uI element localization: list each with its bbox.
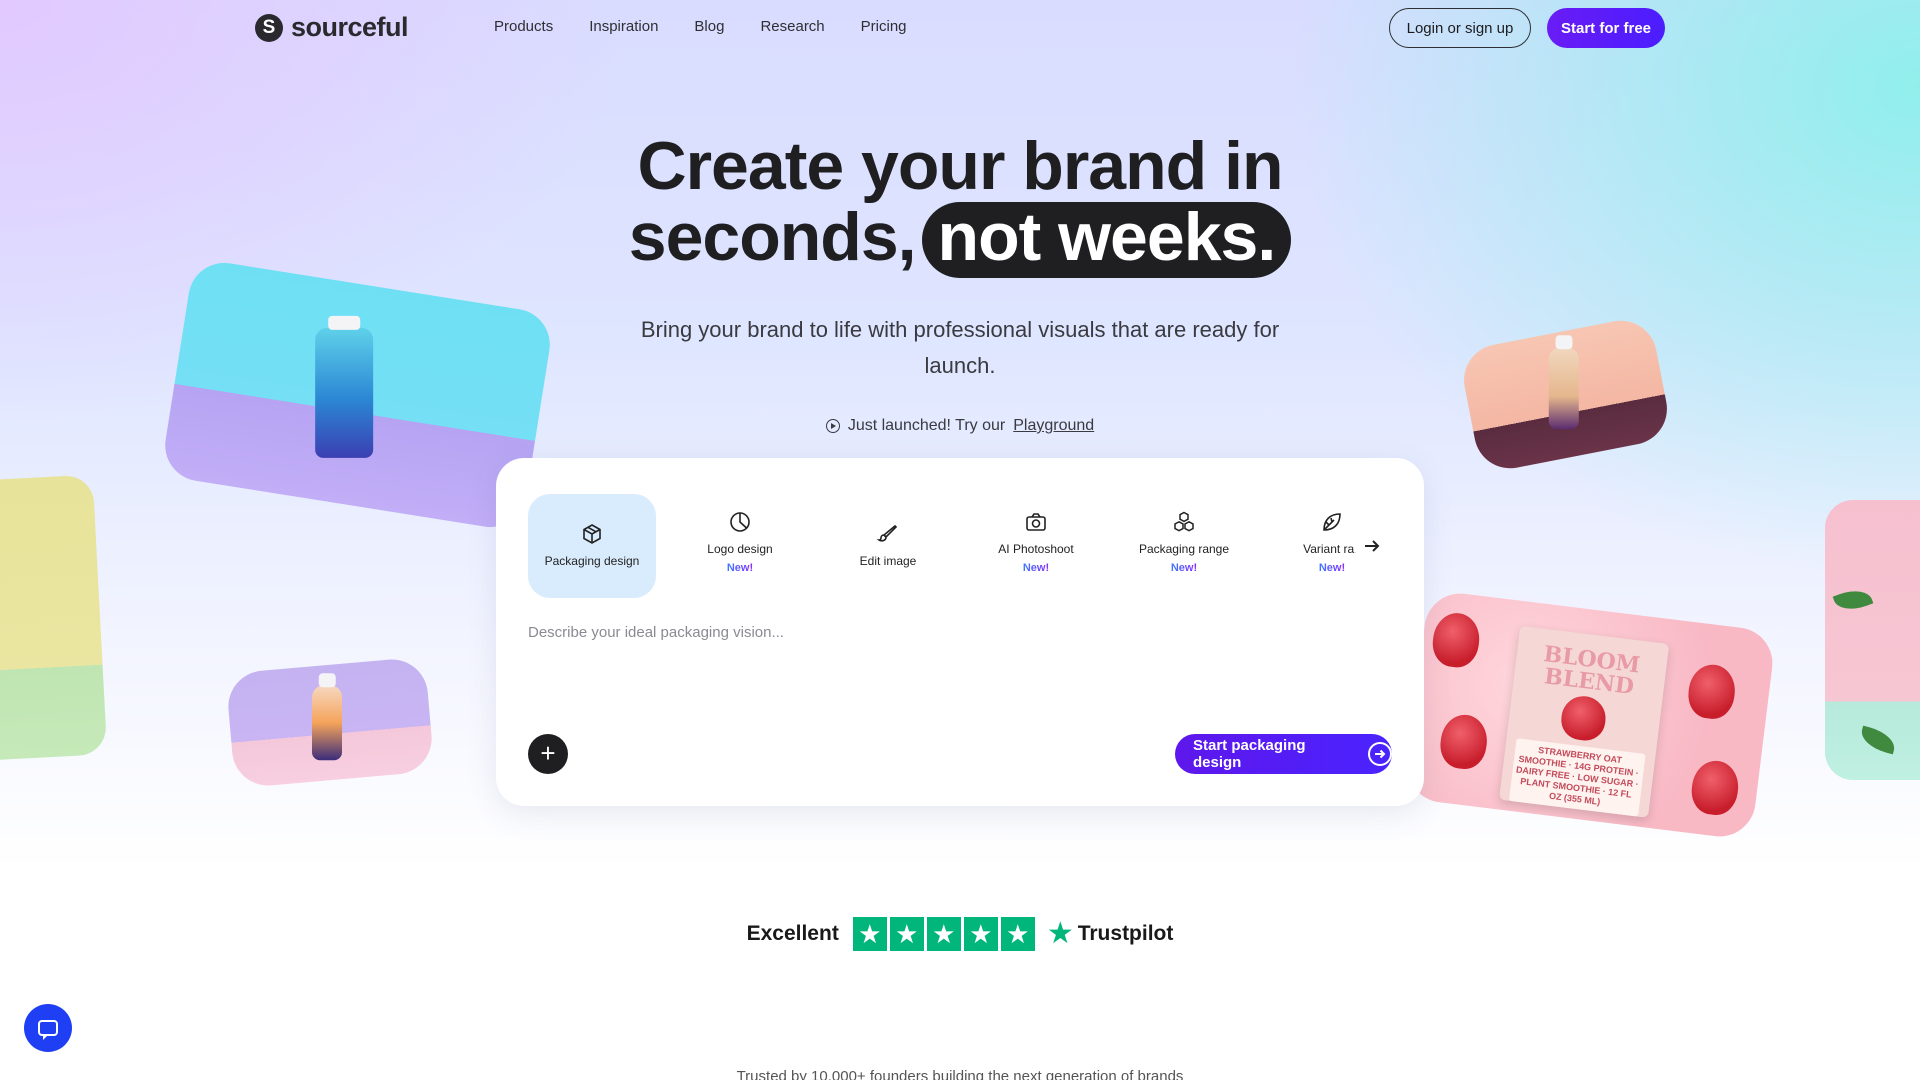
- product-card-bloom-blend: BLOOM BLEND STRAWBERRY OAT SMOOTHIE · 14…: [1403, 589, 1777, 841]
- bottle-image: [315, 315, 374, 458]
- top-nav: S sourceful Products Inspiration Blog Re…: [0, 0, 1920, 56]
- trustpilot-star-icon: ★: [1046, 917, 1074, 950]
- new-badge: New!: [1170, 562, 1198, 574]
- nav-link-pricing[interactable]: Pricing: [861, 18, 907, 35]
- create-panel: Packaging design Logo design New! Edit i…: [496, 458, 1424, 806]
- tab-ai-photoshoot[interactable]: AI Photoshoot New!: [972, 494, 1100, 598]
- tab-label: AI Photoshoot: [998, 542, 1074, 556]
- strawberry-image: [1688, 758, 1742, 818]
- product-card-mint: [1825, 500, 1920, 780]
- rating-word: Excellent: [746, 922, 839, 945]
- strawberry-image: [1430, 610, 1483, 670]
- tab-label: Packaging range: [1138, 542, 1230, 556]
- product-card-yellow: [0, 474, 108, 762]
- tab-packaging-design[interactable]: Packaging design: [528, 494, 656, 598]
- camera-icon: [1024, 510, 1048, 534]
- mint-leaf-image: [1832, 584, 1874, 616]
- tab-label: Variant ran: [1303, 542, 1361, 556]
- headline-line2: seconds, not weeks.: [0, 202, 1920, 278]
- headline-line1: Create your brand in: [637, 128, 1283, 204]
- bloom-blend-title: BLOOM BLEND: [1542, 641, 1642, 701]
- tab-label: Edit image: [859, 554, 917, 568]
- strawberry-image: [1685, 662, 1738, 722]
- start-packaging-design-button[interactable]: Start packaging design: [1175, 734, 1392, 774]
- bloom-blend-package: BLOOM BLEND STRAWBERRY OAT SMOOTHIE · 14…: [1499, 625, 1670, 818]
- trustpilot-brand: Trustpilot: [1077, 922, 1174, 945]
- mint-leaf-image: [1858, 725, 1898, 755]
- headline-line2-text: seconds,: [628, 199, 917, 275]
- product-card-moonpop: [225, 656, 435, 789]
- trustpilot-widget[interactable]: Excellent ★ ★ ★ ★ ★ ★ Trustpilot: [0, 917, 1920, 951]
- tab-label: Packaging design: [544, 554, 640, 568]
- play-icon: [825, 419, 840, 433]
- login-button[interactable]: Login or sign up: [1389, 8, 1531, 48]
- pie-icon: [728, 510, 752, 534]
- prompt-input[interactable]: [528, 624, 1388, 714]
- tabs-next-arrow-icon[interactable]: [1354, 528, 1390, 564]
- bloom-blend-subtitle: STRAWBERRY OAT SMOOTHIE · 14G PROTEIN · …: [1508, 738, 1646, 817]
- headline-highlight: not weeks.: [921, 202, 1292, 278]
- star-icon: ★: [852, 917, 887, 951]
- chat-button[interactable]: [24, 1004, 72, 1052]
- bottle-image: [312, 673, 343, 761]
- hero-subtitle: Bring your brand to life with profession…: [640, 317, 1280, 378]
- boxes-icon: [1172, 510, 1196, 534]
- trusted-by-text: Trusted by 10,000+ founders building the…: [736, 1068, 1184, 1080]
- tab-logo-design[interactable]: Logo design New!: [676, 494, 804, 598]
- strawberry-image: [1559, 693, 1609, 743]
- strawberry-image: [1437, 712, 1490, 772]
- tool-tabs: Packaging design Logo design New! Edit i…: [528, 494, 1394, 598]
- launch-text: Just launched! Try our: [847, 417, 1006, 434]
- nav-link-research[interactable]: Research: [760, 18, 824, 35]
- tab-edit-image[interactable]: Edit image: [824, 494, 952, 598]
- nav-link-blog[interactable]: Blog: [694, 18, 724, 35]
- start-free-button[interactable]: Start for free: [1547, 8, 1665, 48]
- tab-label: Logo design: [707, 542, 773, 556]
- playground-link[interactable]: Playground: [1013, 417, 1094, 435]
- star-icon: ★: [963, 917, 998, 951]
- logo-text: sourceful: [291, 12, 409, 42]
- tab-packaging-range[interactable]: Packaging range New!: [1120, 494, 1248, 598]
- launch-notice: Just launched! Try our Playground: [0, 417, 1920, 435]
- nav-link-products[interactable]: Products: [494, 18, 553, 35]
- logo[interactable]: S sourceful: [255, 12, 409, 43]
- box-icon: [580, 522, 604, 546]
- logo-mark-icon: S: [255, 13, 283, 42]
- add-attachment-button[interactable]: +: [528, 734, 568, 774]
- nav-links: Products Inspiration Blog Research Prici…: [494, 18, 907, 35]
- star-icon: ★: [926, 917, 961, 951]
- star-rating: ★ ★ ★ ★ ★: [852, 917, 1035, 951]
- new-badge: New!: [1022, 562, 1050, 574]
- star-icon: ★: [889, 917, 924, 951]
- nav-link-inspiration[interactable]: Inspiration: [589, 18, 658, 35]
- new-badge: New!: [726, 562, 754, 574]
- submit-label: Start packaging design: [1193, 737, 1306, 771]
- hero-headline: Create your brand in seconds, not weeks.: [0, 132, 1920, 278]
- brush-icon: [876, 522, 900, 546]
- new-badge: New!: [1318, 562, 1346, 574]
- chat-bubble-icon: [38, 1020, 58, 1040]
- arrow-right-circle-icon: [1368, 742, 1392, 766]
- trustpilot-logo: ★ Trustpilot: [1047, 919, 1174, 949]
- leaf-icon: [1320, 510, 1344, 534]
- star-icon: ★: [1000, 917, 1035, 951]
